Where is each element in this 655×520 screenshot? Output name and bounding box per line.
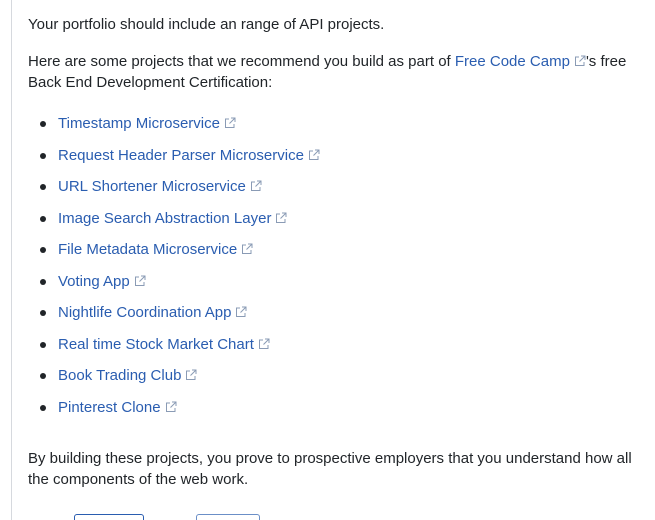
free-code-camp-link[interactable]: Free Code Camp <box>455 53 586 70</box>
left-panel-divider <box>0 0 12 520</box>
project-link-voting-app[interactable]: Voting App <box>58 273 146 290</box>
project-link-nightlife-coordination-app[interactable]: Nightlife Coordination App <box>58 304 247 321</box>
external-link-icon <box>258 338 270 350</box>
project-link-timestamp-microservice[interactable]: Timestamp Microservice <box>58 115 236 132</box>
list-item: URL Shortener Microservice <box>40 176 643 197</box>
list-item: Voting App <box>40 271 643 292</box>
list-item: Request Header Parser Microservice <box>40 145 643 166</box>
bottom-button-partial[interactable] <box>74 514 144 520</box>
bottom-button-partial-secondary[interactable] <box>196 514 260 520</box>
project-link-request-header-parser-microservice[interactable]: Request Header Parser Microservice <box>58 147 320 164</box>
project-link-label: Pinterest Clone <box>58 398 161 416</box>
project-link-label: Book Trading Club <box>58 367 182 384</box>
external-link-icon <box>185 369 197 381</box>
free-code-camp-link-label: Free Code Camp <box>454 53 570 70</box>
external-link-icon <box>241 243 253 255</box>
project-link-label: File Metadata Microservice <box>58 241 238 258</box>
list-item: Real time Stock Market Chart <box>40 334 643 355</box>
external-link-icon <box>224 117 236 129</box>
external-link-icon <box>134 275 146 287</box>
list-item: Timestamp Microservice <box>40 113 643 134</box>
article-content: Your portfolio should include an range o… <box>28 14 643 490</box>
recommend-paragraph: Here are some projects that we recommend… <box>28 51 643 93</box>
project-link-label: Voting App <box>58 272 130 290</box>
project-link-url-shortener-microservice[interactable]: URL Shortener Microservice <box>58 178 262 195</box>
project-link-label: URL Shortener Microservice <box>58 178 246 195</box>
list-item: Pinterest Clone <box>40 397 643 418</box>
closing-paragraph: By building these projects, you prove to… <box>28 449 632 488</box>
project-link-image-search-abstraction-layer[interactable]: Image Search Abstraction Layer <box>58 210 287 227</box>
external-link-icon <box>574 55 586 67</box>
external-link-icon <box>250 180 262 192</box>
project-link-label: Nightlife Coordination App <box>58 304 232 321</box>
intro-paragraph: Your portfolio should include an range o… <box>28 16 385 33</box>
page: Your portfolio should include an range o… <box>0 0 655 520</box>
project-link-label: Request Header Parser Microservice <box>58 146 304 164</box>
list-item: Book Trading Club <box>40 365 643 386</box>
project-link-file-metadata-microservice[interactable]: File Metadata Microservice <box>58 241 253 258</box>
project-link-label: Image Search Abstraction Layer <box>58 209 272 227</box>
project-link-label: Timestamp Microservice <box>58 115 220 132</box>
recommend-prefix: Here are some projects that we recommend… <box>28 53 455 70</box>
project-link-label: Real time Stock Market Chart <box>58 335 254 353</box>
external-link-icon <box>235 306 247 318</box>
list-item: File Metadata Microservice <box>40 239 643 260</box>
external-link-icon <box>275 212 287 224</box>
list-item: Image Search Abstraction Layer <box>40 208 643 229</box>
project-link-real-time-stock-market-chart[interactable]: Real time Stock Market Chart <box>58 336 270 353</box>
project-list: Timestamp Microservice Request Header Pa… <box>28 113 643 418</box>
project-link-book-trading-club[interactable]: Book Trading Club <box>58 367 197 384</box>
external-link-icon <box>308 149 320 161</box>
external-link-icon <box>165 401 177 413</box>
project-link-pinterest-clone[interactable]: Pinterest Clone <box>58 399 177 416</box>
list-item: Nightlife Coordination App <box>40 302 643 323</box>
